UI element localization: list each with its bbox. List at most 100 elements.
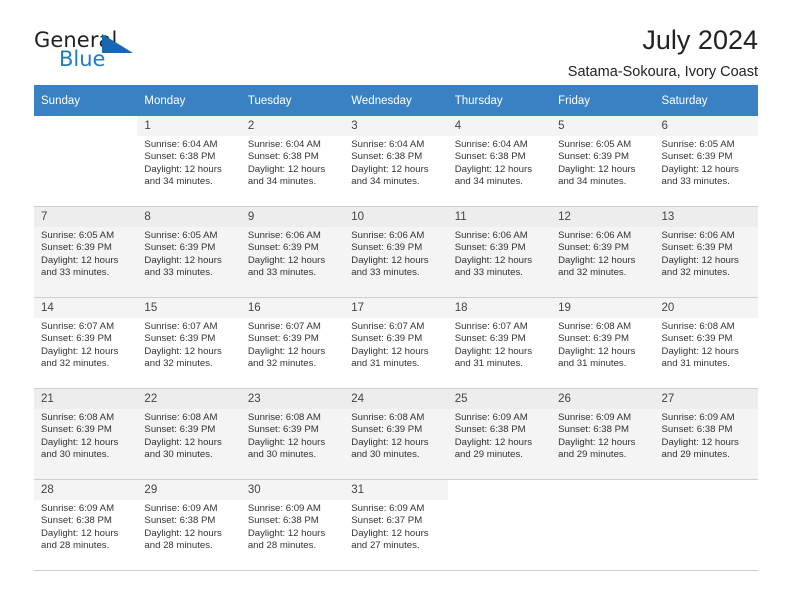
calendar-day-cell[interactable]: 22 Sunrise: 6:08 AM Sunset: 6:39 PM Dayligh…	[137, 388, 241, 480]
calendar-day-cell-empty	[447, 479, 552, 571]
calendar-day-cell[interactable]: 9 Sunrise: 6:06 AM Sunset: 6:39 PM Daylight…	[240, 206, 345, 298]
sunrise-text: Sunrise: 6:08 AM	[558, 320, 632, 332]
calendar-day-cell[interactable]: 19 Sunrise: 6:08 AM Sunset: 6:39 PM Dayligh…	[551, 297, 655, 389]
calendar-day-cell[interactable]: 24 Sunrise: 6:08 AM Sunset: 6:39 PM Dayligh…	[344, 388, 448, 480]
general-blue-logo[interactable]: General Blue	[34, 26, 154, 74]
day-number: 27	[654, 389, 758, 409]
sunrise-text: Sunrise: 6:06 AM	[247, 229, 321, 241]
sunset-text: Sunset: 6:39 PM	[247, 333, 319, 345]
day-details: Sunrise: 6:05 AM Sunset: 6:39 PM Daylight:…	[34, 227, 137, 280]
day-number: 21	[34, 389, 138, 409]
calendar-day-cell[interactable]: 5 Sunrise: 6:05 AM Sunset: 6:39 PM Daylight…	[551, 116, 655, 207]
day-details: Sunrise: 6:08 AM Sunset: 6:39 PM Daylight:…	[137, 409, 240, 462]
day-details: Sunrise: 6:04 AM Sunset: 6:38 PM Daylight:…	[241, 136, 344, 189]
calendar-day-cell[interactable]: 10 Sunrise: 6:06 AM Sunset: 6:39 PM Dayligh…	[344, 206, 448, 298]
daylight-text-line1: Daylight: 12 hours	[454, 254, 533, 266]
sunrise-text: Sunrise: 6:05 AM	[41, 229, 115, 241]
daylight-text-line1: Daylight: 12 hours	[558, 254, 636, 266]
calendar-day-cell[interactable]: 25 Sunrise: 6:09 AM Sunset: 6:38 PM Dayligh…	[447, 388, 552, 480]
calendar-week-row: 28 Sunrise: 6:09 AM Sunset: 6:38 PM Dayligh…	[34, 479, 758, 571]
sunset-text: Sunset: 6:39 PM	[661, 151, 733, 163]
calendar-day-cell[interactable]: 12 Sunrise: 6:06 AM Sunset: 6:39 PM Dayligh…	[551, 206, 655, 298]
day-details: Sunrise: 6:05 AM Sunset: 6:39 PM Daylight:…	[137, 227, 240, 280]
daylight-text-line1: Daylight: 12 hours	[661, 254, 739, 266]
sunrise-text: Sunrise: 6:08 AM	[661, 320, 735, 332]
calendar-day-cell[interactable]: 20 Sunrise: 6:08 AM Sunset: 6:39 PM Dayligh…	[654, 297, 758, 389]
calendar-day-cell[interactable]: 26 Sunrise: 6:09 AM Sunset: 6:38 PM Dayligh…	[551, 388, 655, 480]
day-number: 2	[240, 116, 345, 136]
calendar-body: 1 Sunrise: 6:04 AM Sunset: 6:38 PM Daylight…	[34, 116, 758, 571]
calendar-day-cell[interactable]: 28 Sunrise: 6:09 AM Sunset: 6:38 PM Dayligh…	[34, 479, 138, 571]
daylight-text-line1: Daylight: 12 hours	[41, 527, 119, 539]
calendar-day-cell[interactable]: 13 Sunrise: 6:06 AM Sunset: 6:39 PM Dayligh…	[654, 206, 758, 298]
day-number: 31	[344, 480, 448, 500]
daylight-text-line2: and 31 minutes.	[661, 358, 730, 370]
day-details: Sunrise: 6:07 AM Sunset: 6:39 PM Daylight:…	[448, 318, 551, 371]
calendar-day-cell[interactable]: 1 Sunrise: 6:04 AM Sunset: 6:38 PM Daylight…	[137, 116, 241, 207]
day-details: Sunrise: 6:04 AM Sunset: 6:38 PM Daylight:…	[137, 136, 240, 189]
calendar-day-cell[interactable]: 29 Sunrise: 6:09 AM Sunset: 6:38 PM Dayligh…	[137, 479, 241, 571]
daylight-text-line1: Daylight: 12 hours	[661, 436, 739, 448]
day-number	[551, 480, 654, 500]
sunset-text: Sunset: 6:39 PM	[144, 242, 216, 254]
sunset-text: Sunset: 6:39 PM	[558, 242, 630, 254]
calendar-day-cell[interactable]: 17 Sunrise: 6:07 AM Sunset: 6:39 PM Dayligh…	[344, 297, 448, 389]
daylight-text-line1: Daylight: 12 hours	[558, 436, 636, 448]
daylight-text-line2: and 30 minutes.	[144, 449, 213, 461]
daylight-text-line2: and 34 minutes.	[558, 176, 627, 188]
day-details: Sunrise: 6:09 AM Sunset: 6:38 PM Daylight:…	[137, 500, 240, 553]
calendar-day-cell[interactable]: 6 Sunrise: 6:05 AM Sunset: 6:39 PM Daylight…	[654, 116, 758, 207]
daylight-text-line1: Daylight: 12 hours	[558, 345, 636, 357]
calendar-day-cell[interactable]: 15 Sunrise: 6:07 AM Sunset: 6:39 PM Dayligh…	[137, 297, 241, 389]
calendar-day-cell[interactable]: 11 Sunrise: 6:06 AM Sunset: 6:39 PM Dayligh…	[447, 206, 552, 298]
calendar-day-cell[interactable]: 7 Sunrise: 6:05 AM Sunset: 6:39 PM Daylight…	[34, 206, 138, 298]
daylight-text-line1: Daylight: 12 hours	[41, 436, 119, 448]
sunrise-text: Sunrise: 6:07 AM	[351, 320, 425, 332]
day-number: 25	[447, 389, 552, 409]
calendar-day-cell[interactable]: 3 Sunrise: 6:04 AM Sunset: 6:38 PM Daylight…	[344, 116, 448, 207]
calendar-day-cell[interactable]: 16 Sunrise: 6:07 AM Sunset: 6:39 PM Dayligh…	[240, 297, 345, 389]
calendar-day-cell[interactable]: 14 Sunrise: 6:07 AM Sunset: 6:39 PM Dayligh…	[34, 297, 138, 389]
day-details: Sunrise: 6:06 AM Sunset: 6:39 PM Daylight:…	[344, 227, 447, 280]
day-details: Sunrise: 6:09 AM Sunset: 6:38 PM Daylight:…	[551, 409, 654, 462]
sunset-text: Sunset: 6:39 PM	[351, 333, 423, 345]
calendar-day-cell[interactable]: 2 Sunrise: 6:04 AM Sunset: 6:38 PM Daylight…	[240, 116, 345, 207]
calendar-day-cell[interactable]: 27 Sunrise: 6:09 AM Sunset: 6:38 PM Dayligh…	[654, 388, 758, 480]
calendar-day-cell[interactable]: 8 Sunrise: 6:05 AM Sunset: 6:39 PM Daylight…	[137, 206, 241, 298]
calendar-page: General Blue July 2024 Satama-Sokoura, I…	[0, 0, 792, 612]
calendar-day-cell[interactable]: 31 Sunrise: 6:09 AM Sunset: 6:37 PM Dayligh…	[344, 479, 448, 571]
calendar-day-cell[interactable]: 30 Sunrise: 6:09 AM Sunset: 6:38 PM Dayligh…	[240, 479, 345, 571]
day-number: 26	[551, 389, 655, 409]
page-header: General Blue July 2024 Satama-Sokoura, I…	[34, 0, 758, 81]
daylight-text-line1: Daylight: 12 hours	[351, 254, 429, 266]
sunrise-text: Sunrise: 6:09 AM	[454, 411, 528, 423]
calendar-header-row: Sunday Monday Tuesday Wednesday Thursday Frid…	[34, 85, 758, 116]
daylight-text-line2: and 33 minutes.	[41, 267, 110, 279]
day-details: Sunrise: 6:08 AM Sunset: 6:39 PM Daylight:…	[34, 409, 137, 462]
sunset-text: Sunset: 6:39 PM	[351, 242, 423, 254]
daylight-text-line2: and 34 minutes.	[247, 176, 317, 188]
daylight-text-line1: Daylight: 12 hours	[247, 345, 326, 357]
day-details: Sunrise: 6:09 AM Sunset: 6:38 PM Daylight:…	[34, 500, 137, 553]
calendar-day-cell[interactable]: 21 Sunrise: 6:08 AM Sunset: 6:39 PM Dayligh…	[34, 388, 138, 480]
daylight-text-line2: and 32 minutes.	[41, 358, 110, 370]
sunrise-text: Sunrise: 6:08 AM	[144, 411, 218, 423]
day-number: 22	[137, 389, 241, 409]
day-number	[34, 116, 137, 136]
daylight-text-line2: and 30 minutes.	[351, 449, 420, 461]
weekday-header-sunday: Sunday	[34, 85, 138, 116]
daylight-text-line2: and 34 minutes.	[351, 176, 420, 188]
sunrise-text: Sunrise: 6:06 AM	[454, 229, 528, 241]
sunset-text: Sunset: 6:39 PM	[247, 424, 319, 436]
sunrise-text: Sunrise: 6:08 AM	[41, 411, 115, 423]
calendar-day-cell[interactable]: 4 Sunrise: 6:04 AM Sunset: 6:38 PM Daylight…	[447, 116, 552, 207]
calendar-day-cell[interactable]: 23 Sunrise: 6:08 AM Sunset: 6:39 PM Dayligh…	[240, 388, 345, 480]
daylight-text-line2: and 31 minutes.	[558, 358, 627, 370]
daylight-text-line1: Daylight: 12 hours	[351, 527, 429, 539]
sunrise-text: Sunrise: 6:09 AM	[351, 502, 425, 514]
daylight-text-line2: and 28 minutes.	[144, 540, 213, 552]
calendar-day-cell[interactable]: 18 Sunrise: 6:07 AM Sunset: 6:39 PM Dayligh…	[447, 297, 552, 389]
daylight-text-line2: and 29 minutes.	[661, 449, 730, 461]
daylight-text-line1: Daylight: 12 hours	[661, 345, 739, 357]
sunset-text: Sunset: 6:37 PM	[351, 515, 423, 527]
